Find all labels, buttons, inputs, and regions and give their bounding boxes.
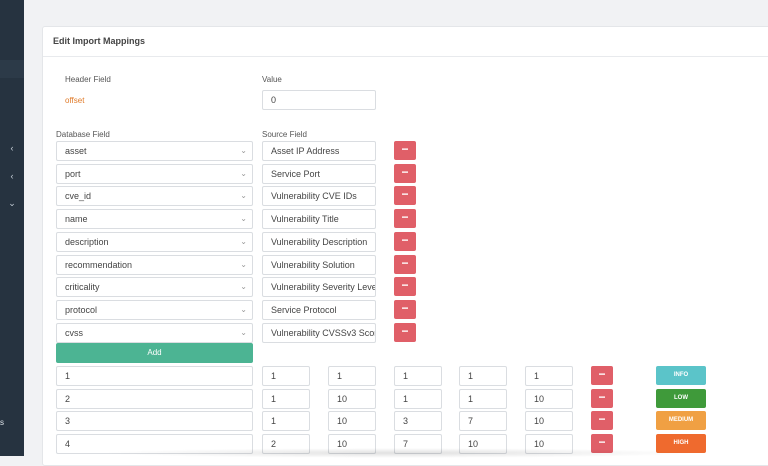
- add-mapping-button[interactable]: Add: [56, 343, 253, 363]
- database-field-select[interactable]: name ⌄: [56, 209, 253, 229]
- severity-badge[interactable]: MEDIUM: [656, 411, 706, 430]
- database-field-value: criticality: [65, 282, 100, 292]
- severity-level-input[interactable]: 2: [56, 389, 253, 409]
- database-field-value: cve_id: [65, 191, 92, 201]
- severity-badge[interactable]: LOW: [656, 389, 706, 408]
- chevron-down-icon: ⌄: [240, 328, 247, 337]
- database-field-select[interactable]: criticality ⌄: [56, 277, 253, 297]
- value-label: Value: [262, 75, 282, 84]
- sidebar-expand-icon[interactable]: ⌄: [0, 196, 24, 210]
- severity-level-input[interactable]: 1: [56, 366, 253, 386]
- source-field-input[interactable]: Vulnerability Description: [262, 232, 376, 252]
- sidebar: ‹ ‹ ⌄ s: [0, 0, 24, 456]
- database-field-value: cvss: [65, 328, 83, 338]
- sidebar-collapse-icon-1[interactable]: ‹: [0, 141, 24, 155]
- severity-score-a-input[interactable]: 3: [394, 411, 442, 431]
- source-field-input[interactable]: Vulnerability Title: [262, 209, 376, 229]
- remove-severity-button[interactable]: −: [591, 411, 613, 430]
- chevron-down-icon: ⌄: [240, 146, 247, 155]
- chevron-down-icon: ⌄: [240, 260, 247, 269]
- remove-mapping-button[interactable]: −: [394, 255, 416, 274]
- chevron-down-icon: ⌄: [240, 191, 247, 200]
- severity-score-b-input[interactable]: 7: [459, 411, 507, 431]
- remove-severity-button[interactable]: −: [591, 366, 613, 385]
- database-field-value: protocol: [65, 305, 98, 315]
- database-field-select[interactable]: cvss ⌄: [56, 323, 253, 343]
- severity-score-c-input[interactable]: 1: [525, 366, 573, 386]
- database-field-select[interactable]: port ⌄: [56, 164, 253, 184]
- database-field-value: asset: [65, 146, 87, 156]
- remove-mapping-button[interactable]: −: [394, 209, 416, 228]
- source-field-input[interactable]: Asset IP Address: [262, 141, 376, 161]
- toast-shadow: [100, 448, 700, 458]
- severity-badge[interactable]: INFO: [656, 366, 706, 385]
- chevron-down-icon: ⌄: [240, 237, 247, 246]
- source-field-input[interactable]: Service Port: [262, 164, 376, 184]
- page-title: Edit Import Mappings: [53, 36, 145, 46]
- severity-max-input[interactable]: 10: [328, 389, 376, 409]
- remove-mapping-button[interactable]: −: [394, 300, 416, 319]
- sidebar-collapse-icon-2[interactable]: ‹: [0, 169, 24, 183]
- chevron-down-icon: ⌄: [240, 214, 247, 223]
- database-field-select[interactable]: cve_id ⌄: [56, 186, 253, 206]
- database-field-value: description: [65, 237, 109, 247]
- source-field-input[interactable]: Vulnerability Severity Level: [262, 277, 376, 297]
- severity-score-a-input[interactable]: 1: [394, 366, 442, 386]
- severity-min-input[interactable]: 1: [262, 389, 310, 409]
- header-field-name: offset: [65, 96, 85, 105]
- offset-value-input[interactable]: 0: [262, 90, 376, 110]
- chevron-down-icon: ⌄: [240, 305, 247, 314]
- source-field-input[interactable]: Vulnerability CVSSv3 Score: [262, 323, 376, 343]
- source-field-input[interactable]: Service Protocol: [262, 300, 376, 320]
- chevron-down-icon: ⌄: [240, 282, 247, 291]
- source-field-input[interactable]: Vulnerability Solution: [262, 255, 376, 275]
- severity-level-input[interactable]: 3: [56, 411, 253, 431]
- remove-mapping-button[interactable]: −: [394, 186, 416, 205]
- remove-mapping-button[interactable]: −: [394, 232, 416, 251]
- database-field-label: Database Field: [56, 130, 110, 139]
- database-field-select[interactable]: protocol ⌄: [56, 300, 253, 320]
- sidebar-band: [0, 60, 24, 78]
- remove-mapping-button[interactable]: −: [394, 141, 416, 160]
- severity-score-b-input[interactable]: 1: [459, 389, 507, 409]
- database-field-value: recommendation: [65, 260, 133, 270]
- remove-mapping-button[interactable]: −: [394, 277, 416, 296]
- severity-max-input[interactable]: 10: [328, 411, 376, 431]
- header-field-label: Header Field: [65, 75, 111, 84]
- source-field-input[interactable]: Vulnerability CVE IDs: [262, 186, 376, 206]
- severity-score-b-input[interactable]: 1: [459, 366, 507, 386]
- database-field-select[interactable]: description ⌄: [56, 232, 253, 252]
- chevron-down-icon: ⌄: [240, 169, 247, 178]
- remove-mapping-button[interactable]: −: [394, 164, 416, 183]
- severity-score-a-input[interactable]: 1: [394, 389, 442, 409]
- remove-severity-button[interactable]: −: [591, 389, 613, 408]
- database-field-select[interactable]: asset ⌄: [56, 141, 253, 161]
- severity-score-c-input[interactable]: 10: [525, 411, 573, 431]
- database-field-value: name: [65, 214, 88, 224]
- edit-import-mappings-card: Edit Import Mappings Header Field Value …: [42, 26, 768, 466]
- severity-score-c-input[interactable]: 10: [525, 389, 573, 409]
- card-header: Edit Import Mappings: [43, 27, 768, 57]
- database-field-select[interactable]: recommendation ⌄: [56, 255, 253, 275]
- severity-max-input[interactable]: 1: [328, 366, 376, 386]
- severity-min-input[interactable]: 1: [262, 366, 310, 386]
- source-field-label: Source Field: [262, 130, 307, 139]
- database-field-value: port: [65, 169, 81, 179]
- sidebar-item-label[interactable]: s: [0, 416, 6, 430]
- severity-min-input[interactable]: 1: [262, 411, 310, 431]
- remove-mapping-button[interactable]: −: [394, 323, 416, 342]
